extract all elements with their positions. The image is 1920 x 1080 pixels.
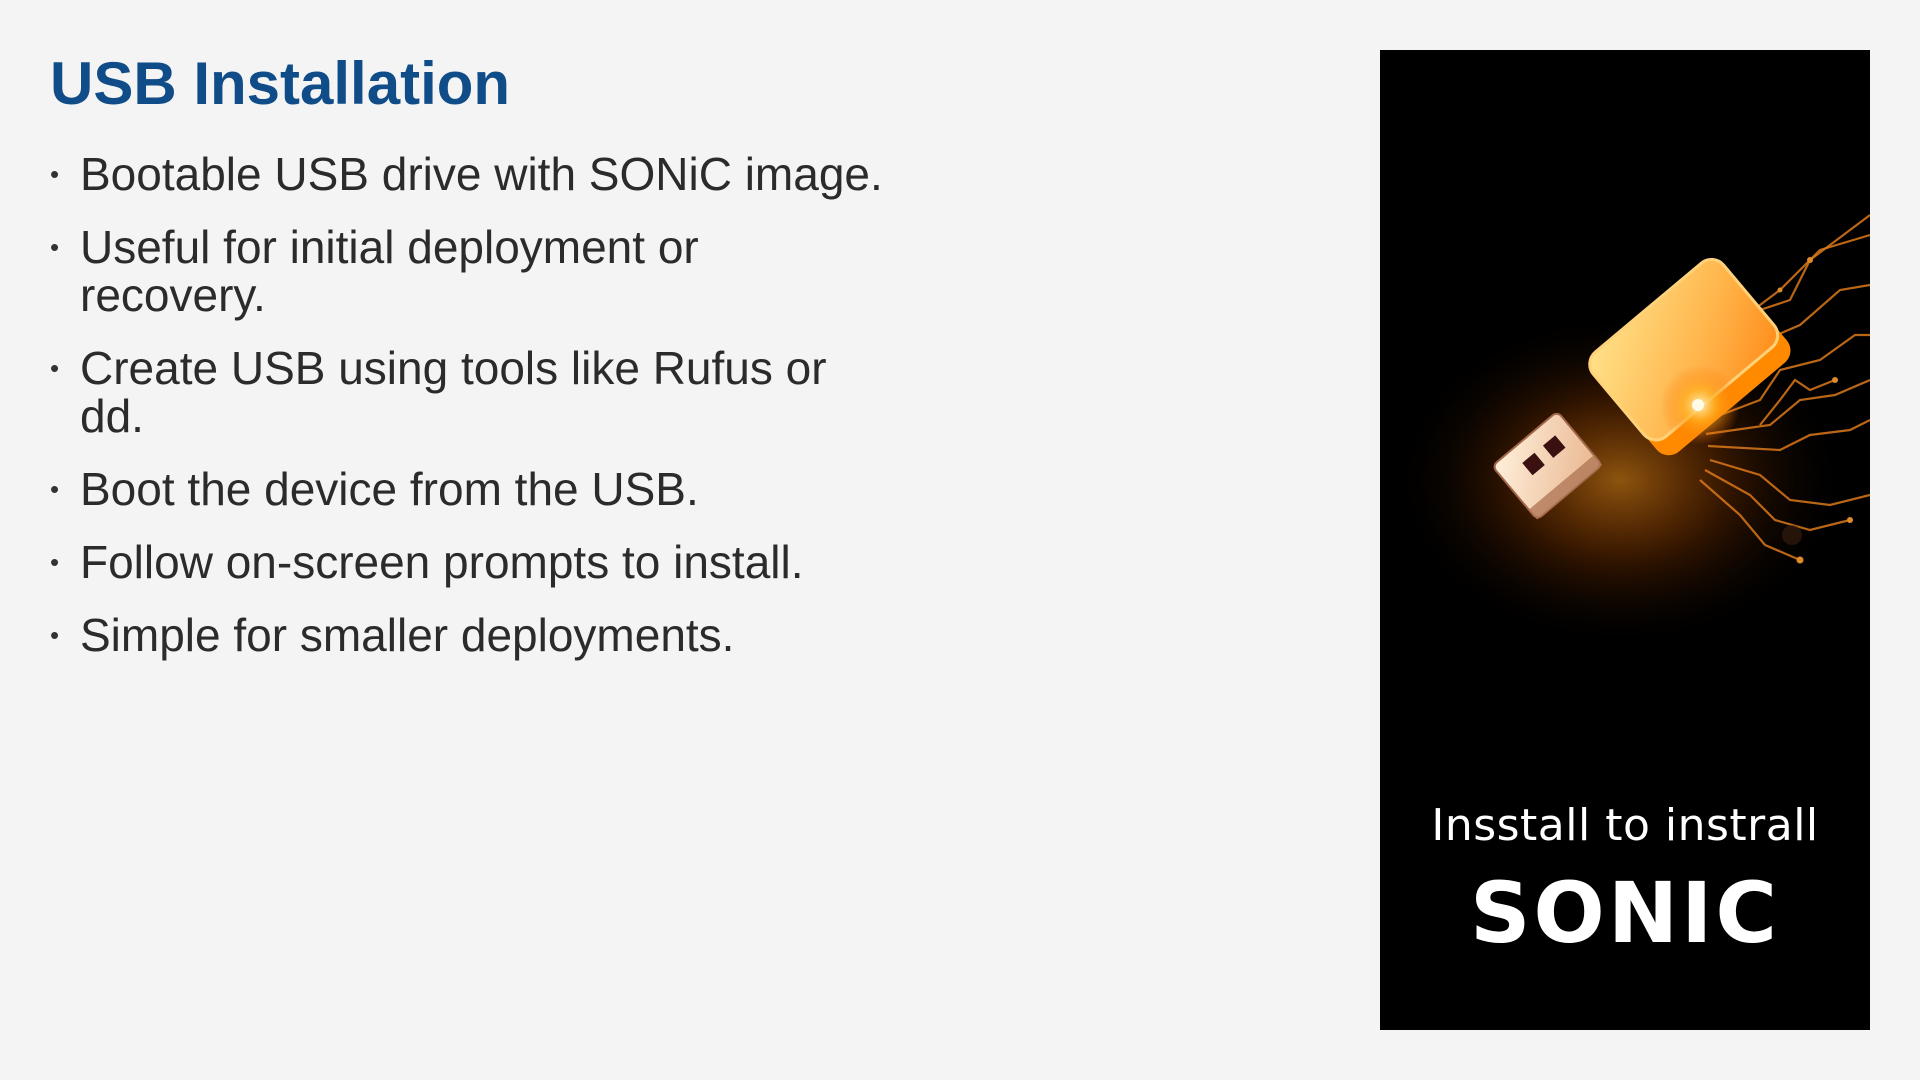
bullet-item: • Simple for smaller deployments. [50,611,950,659]
bullet-item: • Boot the device from the USB. [50,465,950,513]
slide-title: USB Installation [50,50,511,117]
bullet-item: • Follow on-screen prompts to install. [50,538,950,586]
bullet-glyph: • [50,353,60,383]
image-caption-top: Insstall to instrall [1431,800,1819,851]
bullet-glyph: • [50,159,60,189]
bullet-text: Useful for initial deployment or recover… [80,221,699,321]
bullet-text: Bootable USB drive with SONiC image. [80,148,883,200]
usb-illustration: Insstall to instrall SONIC [1380,50,1870,1030]
bullet-glyph: • [50,232,60,262]
bullet-text: Simple for smaller deployments. [80,609,735,661]
bullet-list: • Bootable USB drive with SONiC image. •… [50,150,950,684]
bullet-glyph: • [50,620,60,650]
bullet-text: Follow on-screen prompts to install. [80,536,804,588]
bullet-glyph: • [50,474,60,504]
bullet-text: Boot the device from the USB. [80,463,699,515]
slide: USB Installation • Bootable USB drive wi… [0,0,1920,1080]
image-caption-bottom: SONIC [1469,864,1781,962]
bullet-item: • Useful for initial deployment or recov… [50,223,780,319]
bullet-text: Create USB using tools like Rufus or dd. [80,342,827,442]
bullet-glyph: • [50,547,60,577]
bullet-item: • Bootable USB drive with SONiC image. [50,150,950,198]
bullet-item: • Create USB using tools like Rufus or d… [50,344,880,440]
